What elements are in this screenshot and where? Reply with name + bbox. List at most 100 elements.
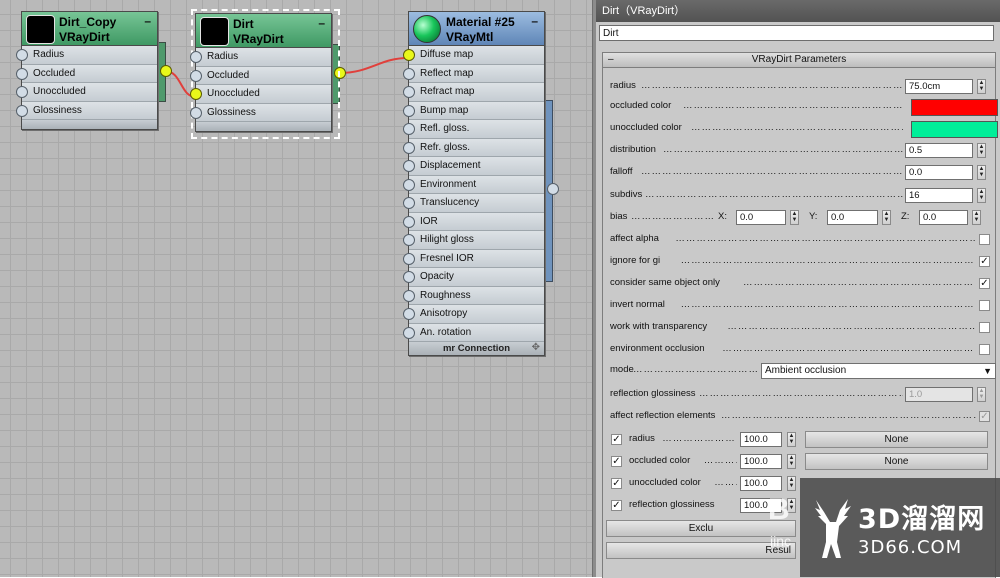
subdivs-spinner[interactable]: ▲ ▼ [977, 188, 986, 203]
option-checkbox[interactable] [979, 344, 990, 355]
falloff-input[interactable]: 0.0 [905, 165, 973, 180]
input-socket[interactable] [190, 51, 202, 63]
slot-ior[interactable]: IOR [403, 212, 544, 231]
radius-input[interactable]: 75.0cm [905, 79, 973, 94]
mode-dropdown[interactable]: Ambient occlusion ▼ [761, 363, 996, 379]
input-socket-connected[interactable] [190, 88, 202, 100]
slot-diffuse-map[interactable]: Diffuse map [403, 46, 544, 65]
node-material[interactable]: Material #25 VRayMtl – Diffuse map Reflec… [403, 11, 545, 356]
result-button[interactable]: Resul [606, 542, 796, 559]
falloff-spinner[interactable]: ▲ ▼ [977, 165, 986, 180]
node-header[interactable]: Material #25 VRayMtl – [409, 12, 544, 46]
node-dirt[interactable]: Dirt VRayDirt – Radius Occluded Unocclud… [190, 13, 332, 132]
map-slot-button[interactable]: None [805, 431, 988, 448]
slot-occluded[interactable]: Occluded [16, 64, 157, 83]
slot-glossiness[interactable]: Glossiness [16, 101, 157, 120]
input-socket[interactable] [403, 326, 415, 339]
map-amount-spinner[interactable]: ▲ ▼ [787, 432, 796, 447]
minimize-icon[interactable]: – [318, 16, 325, 30]
slot-translucency[interactable]: Translucency [403, 194, 544, 213]
map-amount-input[interactable]: 100.0 [740, 454, 782, 469]
map-enable-checkbox[interactable]: ✓ [611, 434, 622, 445]
expand-icon[interactable]: ✥ [532, 342, 540, 353]
node-dirt-copy-output-socket[interactable] [160, 65, 172, 77]
slot-fresnel-ior[interactable]: Fresnel IOR [403, 249, 544, 268]
map-amount-spinner[interactable]: ▲ ▼ [787, 454, 796, 469]
slot-roughness[interactable]: Roughness [403, 286, 544, 305]
slot-anisotropy[interactable]: Anisotropy [403, 305, 544, 324]
input-socket[interactable] [16, 67, 28, 80]
map-amount-spinner[interactable]: ▲ ▼ [787, 476, 796, 491]
map-enable-checkbox[interactable]: ✓ [611, 456, 622, 467]
node-material-output-socket[interactable] [547, 183, 559, 195]
input-socket[interactable] [403, 197, 415, 209]
input-socket[interactable] [403, 104, 415, 117]
input-socket[interactable] [403, 215, 415, 228]
distribution-input[interactable]: 0.5 [905, 143, 973, 158]
bias-y-input[interactable]: 0.0 [827, 210, 878, 225]
map-name-field[interactable]: Dirt [599, 25, 994, 41]
option-checkbox[interactable] [979, 234, 990, 245]
input-socket[interactable] [16, 86, 28, 98]
slot-environment[interactable]: Environment [403, 175, 544, 194]
slot-opacity[interactable]: Opacity [403, 268, 544, 287]
input-socket[interactable] [16, 104, 28, 117]
map-enable-checkbox[interactable]: ✓ [611, 478, 622, 489]
input-socket[interactable] [403, 178, 415, 191]
minimize-icon[interactable]: – [531, 14, 538, 28]
slot-an-rotation[interactable]: An. rotation [403, 323, 544, 342]
input-socket[interactable] [403, 67, 415, 80]
input-socket[interactable] [403, 234, 415, 246]
option-checkbox[interactable]: ✓ [979, 256, 990, 267]
map-slot-button[interactable]: None [805, 453, 988, 470]
input-socket[interactable] [403, 141, 415, 154]
option-checkbox[interactable] [979, 322, 990, 333]
bias-z-spinner[interactable]: ▲ ▼ [972, 210, 981, 225]
option-checkbox[interactable] [979, 300, 990, 311]
node-header[interactable]: Dirt VRayDirt – [196, 14, 331, 48]
subdivs-input[interactable]: 16 [905, 188, 973, 203]
slot-radius[interactable]: Radius [190, 48, 331, 67]
slot-displacement[interactable]: Displacement [403, 157, 544, 176]
distribution-spinner[interactable]: ▲ ▼ [977, 143, 986, 158]
map-enable-checkbox[interactable]: ✓ [611, 500, 622, 511]
bias-x-input[interactable]: 0.0 [736, 210, 786, 225]
minimize-icon[interactable]: – [144, 14, 151, 28]
map-amount-input[interactable]: 100.0 [740, 432, 782, 447]
bias-x-spinner[interactable]: ▲ ▼ [790, 210, 799, 225]
slot-occluded[interactable]: Occluded [190, 66, 331, 85]
node-header[interactable]: Dirt_Copy VRayDirt – [22, 12, 157, 46]
bias-y-spinner[interactable]: ▲ ▼ [882, 210, 891, 225]
slot-refract-map[interactable]: Refract map [403, 83, 544, 102]
input-socket[interactable] [403, 308, 415, 320]
bias-z-input[interactable]: 0.0 [919, 210, 968, 225]
input-socket[interactable] [403, 252, 415, 265]
collapse-icon[interactable]: – [608, 53, 614, 67]
rollout-header[interactable]: – VRayDirt Parameters [603, 53, 995, 68]
input-socket[interactable] [403, 289, 415, 302]
map-amount-input[interactable]: 100.0 [740, 476, 782, 491]
slot-reflect-map[interactable]: Reflect map [403, 64, 544, 83]
input-socket[interactable] [190, 69, 202, 82]
node-dirt-copy[interactable]: Dirt_Copy VRayDirt – Radius Occluded Uno… [16, 11, 158, 130]
slot-glossiness[interactable]: Glossiness [190, 103, 331, 122]
slot-hilight-gloss[interactable]: Hilight gloss [403, 231, 544, 250]
occluded-color-swatch[interactable] [911, 99, 998, 116]
slot-bump-map[interactable]: Bump map [403, 101, 544, 120]
unoccluded-color-swatch[interactable] [911, 121, 998, 138]
input-socket[interactable] [403, 271, 415, 283]
slot-refr-gloss[interactable]: Refr. gloss. [403, 138, 544, 157]
slot-unoccluded[interactable]: Unoccluded [190, 85, 331, 104]
input-socket[interactable] [403, 123, 415, 135]
slate-node-canvas[interactable]: Dirt_Copy VRayDirt – Radius Occluded Uno… [0, 0, 592, 577]
slot-refl-gloss[interactable]: Refl. gloss. [403, 120, 544, 139]
input-socket-connected[interactable] [403, 49, 415, 61]
slot-unoccluded[interactable]: Unoccluded [16, 83, 157, 102]
input-socket[interactable] [403, 160, 415, 172]
radius-spinner[interactable]: ▲ ▼ [977, 79, 986, 94]
input-socket[interactable] [190, 106, 202, 119]
slot-radius[interactable]: Radius [16, 46, 157, 65]
option-checkbox[interactable]: ✓ [979, 278, 990, 289]
input-socket[interactable] [16, 49, 28, 61]
input-socket[interactable] [403, 86, 415, 98]
